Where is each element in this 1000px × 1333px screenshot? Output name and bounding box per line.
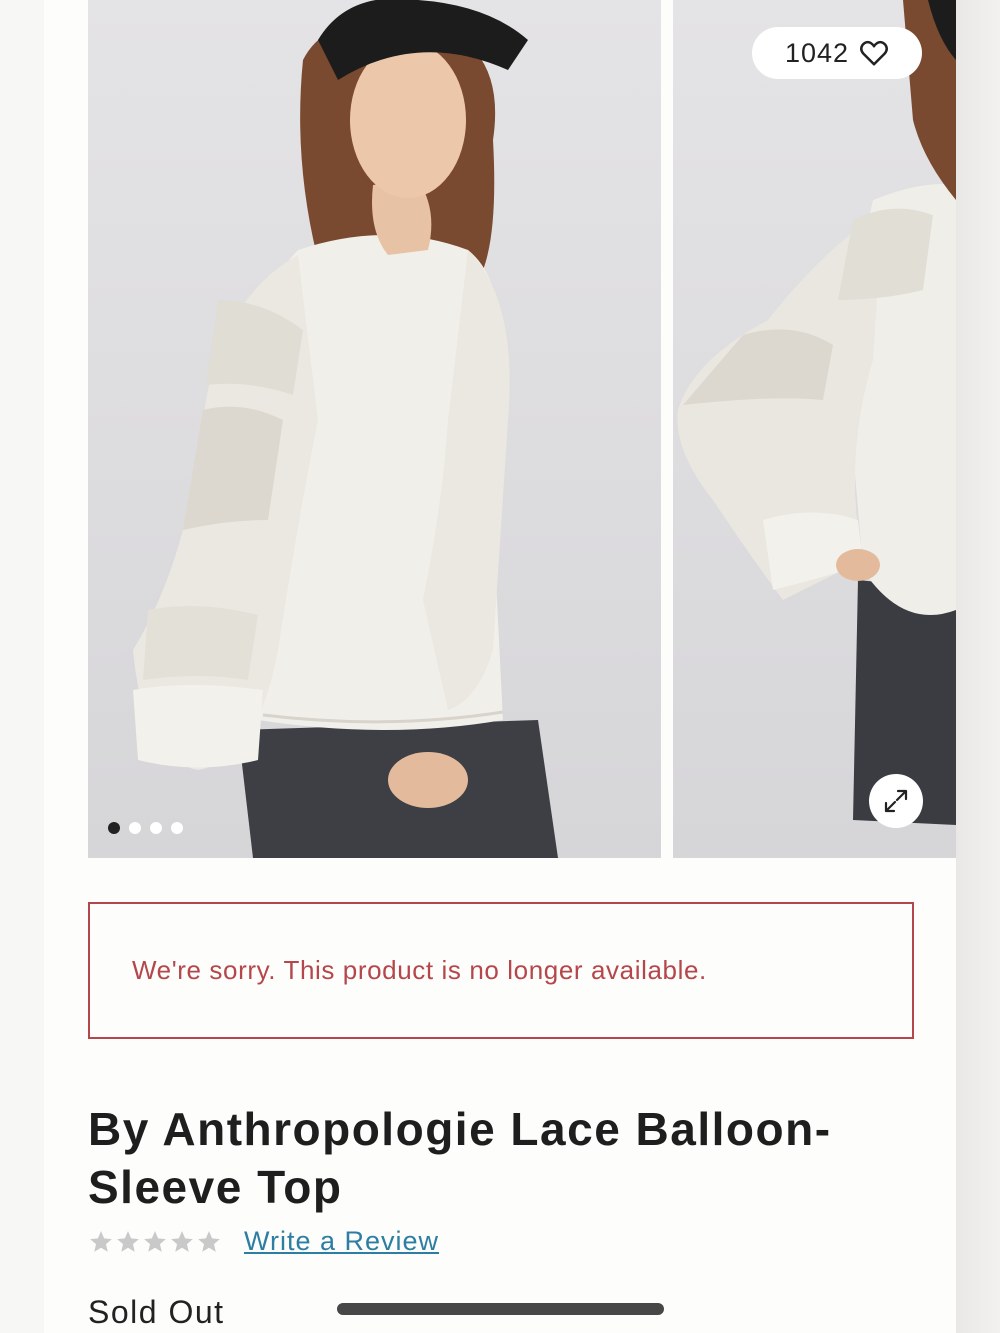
product-image-gallery[interactable]: 1042 bbox=[44, 0, 956, 858]
product-title: By Anthropologie Lace Balloon-Sleeve Top bbox=[88, 1103, 832, 1213]
star-empty-icon bbox=[198, 1230, 220, 1252]
carousel-dot[interactable] bbox=[171, 822, 183, 834]
product-photo-main[interactable] bbox=[88, 0, 661, 858]
unavailable-alert: We're sorry. This product is no longer a… bbox=[88, 902, 914, 1039]
rating-stars[interactable] bbox=[88, 1229, 222, 1255]
alert-message: We're sorry. This product is no longer a… bbox=[132, 955, 707, 985]
carousel-dots[interactable] bbox=[108, 822, 183, 834]
write-review-link[interactable]: Write a Review bbox=[244, 1226, 439, 1257]
rating-row: Write a Review bbox=[88, 1226, 439, 1257]
model-illustration-side bbox=[677, 0, 956, 825]
likes-count: 1042 bbox=[784, 37, 850, 68]
expand-image-button[interactable] bbox=[869, 774, 923, 828]
star-empty-icon bbox=[117, 1230, 139, 1252]
star-empty-icon bbox=[90, 1230, 112, 1252]
carousel-dot[interactable] bbox=[150, 822, 162, 834]
left-margin bbox=[0, 0, 44, 1333]
model-illustration-front bbox=[133, 0, 558, 858]
heart-outline-icon bbox=[860, 40, 889, 66]
star-empty-icon bbox=[171, 1230, 193, 1252]
star-empty-icon bbox=[144, 1230, 166, 1252]
home-indicator[interactable] bbox=[337, 1303, 664, 1315]
carousel-dot[interactable] bbox=[129, 822, 141, 834]
product-photo-secondary[interactable] bbox=[673, 0, 956, 858]
right-margin bbox=[956, 0, 1000, 1333]
stock-status: Sold Out bbox=[88, 1294, 225, 1330]
likes-button[interactable]: 1042 bbox=[752, 27, 922, 79]
expand-arrows-icon bbox=[884, 789, 908, 813]
carousel-dot[interactable] bbox=[108, 822, 120, 834]
